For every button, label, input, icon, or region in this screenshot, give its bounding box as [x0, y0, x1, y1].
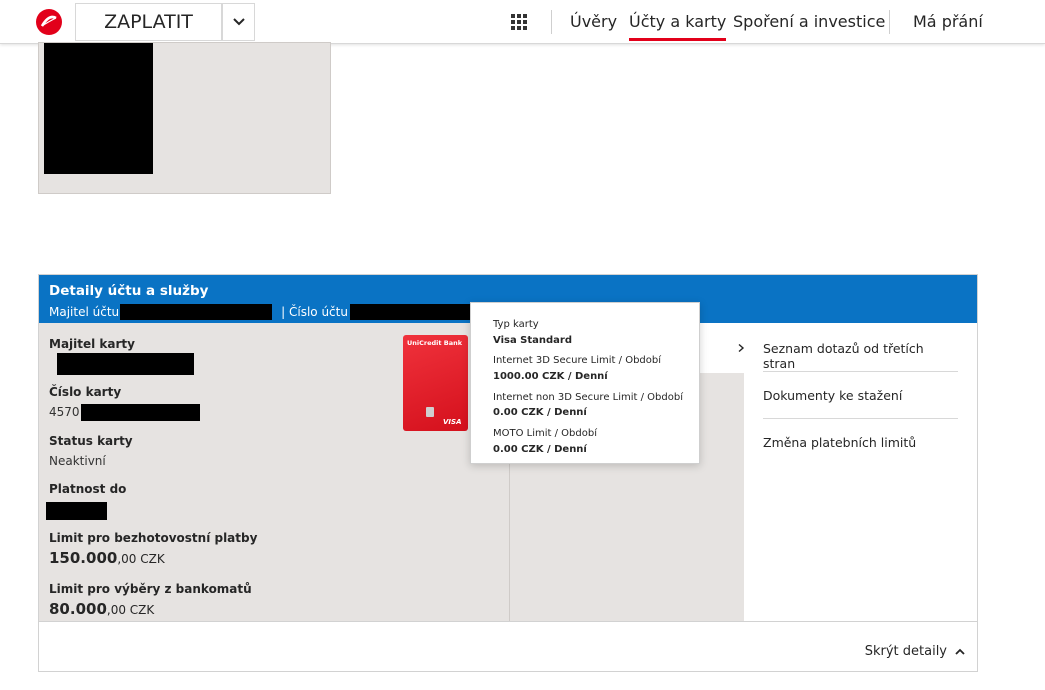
redacted-card-number	[81, 404, 200, 421]
pay-button[interactable]: ZAPLATIT	[75, 3, 222, 41]
cashless-limit-decimal: ,00 CZK	[117, 552, 165, 566]
menu-item-change-limits[interactable]: Změna platebních limitů	[763, 435, 958, 450]
chevron-down-icon	[232, 18, 245, 26]
cashless-limit-value: 150.000,00 CZK	[49, 549, 165, 567]
card-status-value: Neaktivní	[49, 454, 106, 468]
redacted-validity	[46, 502, 107, 520]
card-image[interactable]: UniCredit Bank VISA	[403, 335, 468, 431]
panel-title: Detaily účtu a služby	[49, 283, 209, 299]
nav-divider	[889, 10, 890, 34]
redacted-account-number	[349, 304, 484, 320]
tooltip-3ds-limit-value: 1000.00 CZK / Denní	[493, 371, 608, 382]
redacted-image	[44, 43, 153, 174]
account-number-label: | Číslo účtu	[281, 305, 348, 319]
card-chip	[426, 407, 434, 417]
atm-limit-integer: 80.000	[49, 600, 107, 618]
card-holder-label: Majitel karty	[49, 337, 135, 351]
atm-limit-decimal: ,00 CZK	[106, 603, 155, 617]
tooltip-non3ds-limit-value: 0.00 CZK / Denní	[493, 407, 587, 418]
card-actions-menu: Seznam dotazů od třetích stran Dokumenty…	[738, 323, 977, 621]
menu-item-third-party-queries[interactable]: Seznam dotazů od třetích stran	[763, 341, 958, 371]
tooltip-card-type-value: Visa Standard	[493, 335, 573, 346]
redacted-owner	[120, 304, 273, 320]
menu-item-documents[interactable]: Dokumenty ke stažení	[763, 388, 958, 403]
cashless-limit-integer: 150.000	[49, 549, 118, 567]
pay-dropdown-button[interactable]	[222, 3, 255, 41]
top-navigation: ZAPLATIT Úvěry Účty a karty Spoření a in…	[0, 0, 1045, 44]
nav-item-wishes[interactable]: Má přání	[913, 12, 983, 31]
nav-divider	[551, 10, 552, 34]
nav-item-accounts-cards[interactable]: Účty a karty	[629, 12, 727, 41]
hide-details-label: Skrýt detaily	[864, 644, 947, 659]
image-placeholder	[38, 42, 331, 194]
atm-limit-label: Limit pro výběry z bankomatů	[49, 582, 252, 596]
redacted-card-holder	[57, 353, 194, 375]
card-limits-tooltip: Typ karty Visa Standard Internet 3D Secu…	[470, 302, 700, 464]
atm-limit-value: 80.000,00 CZK	[49, 600, 154, 618]
visa-logo: VISA	[443, 418, 462, 426]
nav-item-loans[interactable]: Úvěry	[570, 12, 617, 31]
card-details: Majitel karty Číslo karty 4570 Status ka…	[39, 323, 509, 621]
tooltip-card-type-label: Typ karty	[493, 319, 539, 330]
tooltip-moto-limit-value: 0.00 CZK / Denní	[493, 444, 587, 455]
panel-footer: Skrýt detaily	[39, 621, 977, 671]
validity-label: Platnost do	[49, 482, 127, 496]
chevron-right-icon[interactable]	[737, 344, 745, 352]
card-number-prefix: 4570	[49, 405, 80, 419]
unicredit-logo-icon[interactable]	[36, 9, 62, 35]
nav-item-savings-investments[interactable]: Spoření a investice	[733, 12, 885, 31]
card-status-label: Status karty	[49, 434, 133, 448]
tooltip-3ds-limit-label: Internet 3D Secure Limit / Období	[493, 355, 662, 366]
menu-divider	[763, 418, 958, 419]
chevron-up-icon	[955, 648, 965, 655]
cashless-limit-label: Limit pro bezhotovostní platby	[49, 531, 258, 545]
tooltip-moto-limit-label: MOTO Limit / Období	[493, 428, 597, 439]
card-brand-logo: UniCredit Bank	[407, 339, 463, 347]
menu-divider	[763, 371, 958, 372]
apps-grid-icon[interactable]	[509, 12, 529, 32]
panel-subtitle: Majitel účtu | Číslo účtu	[49, 304, 484, 320]
hide-details-button[interactable]: Skrýt detaily	[865, 644, 965, 659]
card-number-label: Číslo karty	[49, 385, 122, 399]
account-owner-label: Majitel účtu	[49, 305, 120, 319]
tooltip-non3ds-limit-label: Internet non 3D Secure Limit / Období	[493, 392, 683, 403]
